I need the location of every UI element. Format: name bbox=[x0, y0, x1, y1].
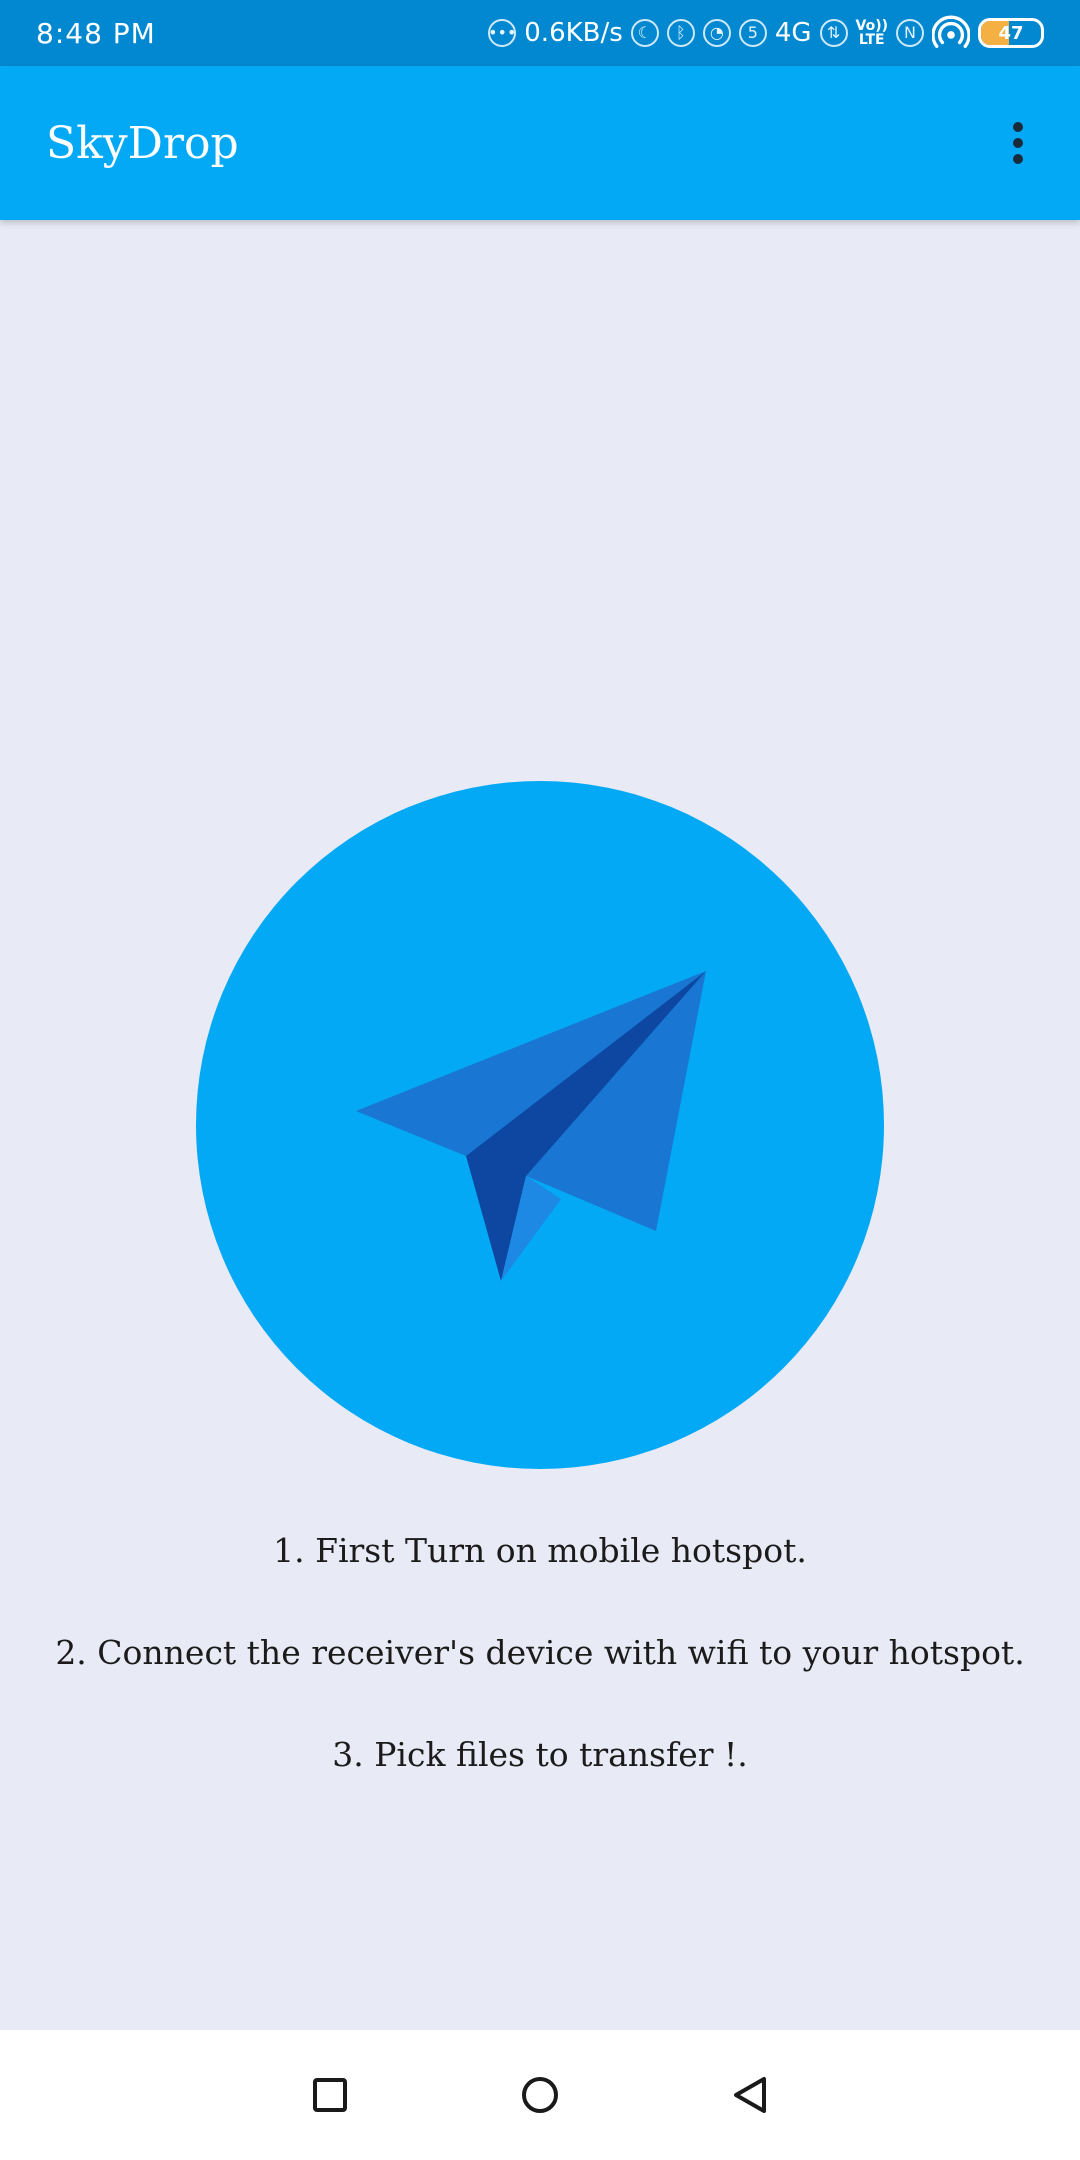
navigation-bar bbox=[0, 2030, 1080, 2160]
status-bar: 8:48 PM ••• 0.6KB/s ☾ ᛒ ◔ 5 4G ⇅ Vo)) LT… bbox=[0, 0, 1080, 66]
menu-dot bbox=[1013, 122, 1023, 132]
network-type: 4G bbox=[774, 18, 812, 48]
recents-square-icon bbox=[313, 2078, 347, 2112]
moon-icon: ☾ bbox=[630, 19, 659, 47]
instructions: 1. First Turn on mobile hotspot. 2. Conn… bbox=[0, 1520, 1080, 1826]
battery-icon: 47 bbox=[978, 18, 1044, 48]
back-triangle-icon bbox=[734, 2077, 766, 2113]
net-speed: 0.6KB/s bbox=[524, 18, 623, 48]
volte-line2: LTE bbox=[858, 32, 885, 48]
recents-button[interactable] bbox=[300, 2065, 360, 2125]
home-button[interactable] bbox=[510, 2065, 570, 2125]
volte-indicator: Vo)) LTE bbox=[856, 19, 888, 47]
app-title: SkyDrop bbox=[46, 117, 239, 169]
instruction-step-1: 1. First Turn on mobile hotspot. bbox=[273, 1531, 807, 1570]
battery-level-label: 47 bbox=[998, 22, 1024, 44]
send-button[interactable] bbox=[196, 781, 884, 1469]
more-vert-icon[interactable] bbox=[998, 113, 1038, 173]
back-button[interactable] bbox=[720, 2065, 780, 2125]
nfc-icon: N bbox=[896, 19, 924, 47]
instruction-step-2: 2. Connect the receiver's device with wi… bbox=[55, 1633, 1025, 1672]
bluetooth-icon: ᛒ bbox=[666, 19, 695, 47]
hotspot-icon bbox=[932, 15, 970, 48]
status-time: 8:48 PM bbox=[36, 16, 156, 50]
more-dots-icon: ••• bbox=[488, 19, 516, 47]
menu-dot bbox=[1013, 154, 1023, 164]
alarm-icon: ◔ bbox=[702, 19, 731, 47]
status-icons: ••• 0.6KB/s ☾ ᛒ ◔ 5 4G ⇅ Vo)) LTE N 47 bbox=[488, 14, 1044, 52]
sim-icon: 5 bbox=[738, 19, 767, 47]
app-bar: SkyDrop bbox=[0, 66, 1080, 220]
paper-plane-icon bbox=[356, 971, 706, 1281]
menu-dot bbox=[1013, 138, 1023, 148]
data-arrows-icon: ⇅ bbox=[819, 19, 848, 47]
instruction-step-3: 3. Pick files to transfer !. bbox=[332, 1735, 748, 1774]
home-circle-icon bbox=[522, 2077, 558, 2113]
